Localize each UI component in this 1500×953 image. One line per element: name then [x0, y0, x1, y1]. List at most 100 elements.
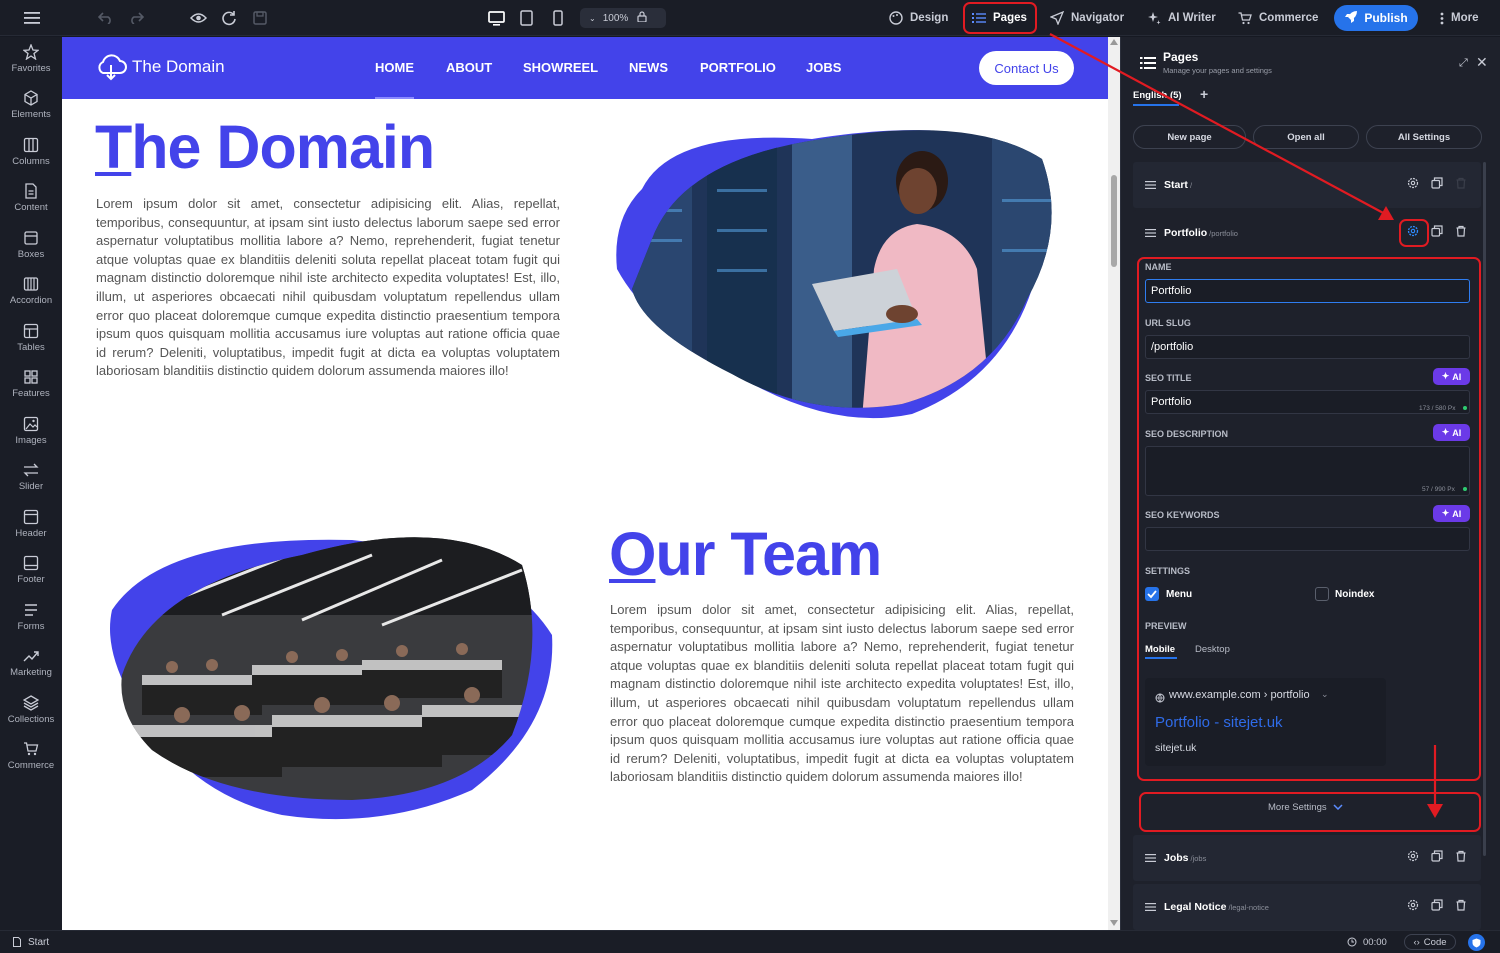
sidebar-item-boxes[interactable]: Boxes — [0, 230, 62, 276]
preview-eye-icon[interactable] — [190, 0, 207, 36]
seo-keywords-input[interactable] — [1145, 527, 1470, 551]
ai-seo-description-button[interactable]: ✦ AI — [1433, 424, 1470, 441]
sidebar-item-columns[interactable]: Columns — [0, 137, 62, 183]
all-settings-button[interactable]: All Settings — [1366, 125, 1482, 149]
navigator-button[interactable]: Navigator — [1050, 0, 1124, 36]
add-language-button[interactable]: + — [1200, 86, 1208, 102]
menu-checkbox[interactable] — [1145, 587, 1159, 601]
zoom-control[interactable]: ⌄ 100% — [580, 8, 666, 28]
close-icon[interactable]: ✕ — [1476, 54, 1488, 71]
drag-handle-icon[interactable] — [1145, 224, 1156, 242]
refresh-icon[interactable] — [221, 0, 237, 36]
code-button[interactable]: ‹› Code — [1404, 934, 1456, 950]
ai-seo-title-button[interactable]: ✦ AI — [1433, 368, 1470, 385]
sidebar-item-label: Boxes — [17, 249, 45, 260]
sparkle-icon: ✦ — [1441, 508, 1450, 518]
publish-button[interactable]: Publish — [1334, 5, 1418, 31]
elements-sidebar: Favorites Elements Columns Content Boxes… — [0, 37, 62, 930]
sidebar-item-marketing[interactable]: Marketing — [0, 648, 62, 694]
preview-tab-desktop[interactable]: Desktop — [1195, 644, 1230, 655]
seo-title-label: SEO TITLE — [1145, 373, 1192, 383]
save-icon[interactable] — [253, 0, 267, 36]
page-name: Jobs — [1164, 852, 1189, 864]
trash-icon[interactable] — [1455, 224, 1467, 242]
new-page-button[interactable]: New page — [1133, 125, 1246, 149]
settings-gear-icon[interactable] — [1407, 849, 1419, 867]
preview-site: sitejet.uk — [1155, 742, 1197, 754]
nav-news[interactable]: NEWS — [629, 60, 668, 75]
sidebar-item-tables[interactable]: Tables — [0, 323, 62, 369]
url-slug-input[interactable]: /portfolio — [1145, 335, 1470, 359]
sidebar-item-forms[interactable]: Forms — [0, 602, 62, 648]
sidebar-item-features[interactable]: Features — [0, 369, 62, 415]
nav-home[interactable]: HOME — [375, 60, 414, 75]
sidebar-item-accordion[interactable]: Accordion — [0, 276, 62, 322]
nav-jobs[interactable]: JOBS — [806, 60, 841, 75]
trash-icon[interactable] — [1455, 898, 1467, 916]
open-all-button[interactable]: Open all — [1253, 125, 1359, 149]
menu-icon[interactable] — [24, 0, 40, 36]
panel-subtitle: Manage your pages and settings — [1163, 66, 1272, 75]
sidebar-item-favorites[interactable]: Favorites — [0, 44, 62, 90]
page-actions — [1407, 884, 1467, 930]
sidebar-item-header[interactable]: Header — [0, 509, 62, 555]
panel-title: Pages — [1163, 50, 1199, 64]
scroll-down-arrow-icon[interactable] — [1110, 920, 1118, 926]
sidebar-item-elements[interactable]: Elements — [0, 90, 62, 136]
redo-icon[interactable] — [129, 0, 144, 36]
more-settings-button[interactable]: More Settings — [1268, 802, 1343, 813]
canvas-scrollbar[interactable] — [1108, 37, 1120, 930]
seo-keywords-label: SEO KEYWORDS — [1145, 510, 1220, 520]
site-logo[interactable]: The Domain — [132, 57, 225, 77]
lock-icon[interactable] — [637, 11, 647, 25]
preview-tab-mobile[interactable]: Mobile — [1145, 644, 1175, 655]
shield-icon[interactable] — [1468, 934, 1485, 951]
noindex-checkbox[interactable] — [1315, 587, 1329, 601]
page-canvas[interactable]: The Domain HOME ABOUT SHOWREEL NEWS PORT… — [62, 37, 1108, 930]
duplicate-icon[interactable] — [1431, 224, 1443, 242]
sidebar-item-images[interactable]: Images — [0, 416, 62, 462]
design-button[interactable]: Design — [889, 0, 948, 36]
scroll-up-arrow-icon[interactable] — [1110, 39, 1118, 45]
ai-writer-button[interactable]: AI Writer — [1147, 0, 1216, 36]
mobile-view-icon[interactable] — [553, 0, 563, 36]
sidebar-item-content[interactable]: Content — [0, 183, 62, 229]
sidebar-item-label: Features — [12, 388, 50, 399]
sidebar-item-commerce[interactable]: Commerce — [0, 741, 62, 787]
page-name: Legal Notice — [1164, 901, 1227, 913]
duplicate-icon[interactable] — [1431, 176, 1443, 194]
duplicate-icon[interactable] — [1431, 849, 1443, 867]
duplicate-icon[interactable] — [1431, 898, 1443, 916]
contact-us-button[interactable]: Contact Us — [979, 51, 1074, 85]
language-tab[interactable]: English (5) — [1133, 90, 1182, 101]
nav-portfolio[interactable]: PORTFOLIO — [700, 60, 776, 75]
hero-title-first: T — [95, 113, 132, 181]
commerce-button[interactable]: Commerce — [1238, 0, 1318, 36]
nav-about[interactable]: ABOUT — [446, 60, 492, 75]
name-input[interactable]: Portfolio — [1145, 279, 1470, 303]
tablet-view-icon[interactable] — [520, 0, 533, 36]
trash-icon[interactable] — [1455, 849, 1467, 867]
sidebar-item-collections[interactable]: Collections — [0, 695, 62, 741]
drag-handle-icon[interactable] — [1145, 849, 1156, 867]
drag-handle-icon[interactable] — [1145, 176, 1156, 194]
desktop-view-icon[interactable] — [488, 0, 505, 36]
more-button[interactable]: More — [1440, 0, 1478, 36]
page-row-legal-notice[interactable]: Legal Notice /legal-notice — [1133, 884, 1481, 930]
current-page-label[interactable]: Start — [28, 937, 49, 948]
marketing-icon — [23, 651, 39, 662]
ai-seo-keywords-button[interactable]: ✦ AI — [1433, 505, 1470, 522]
settings-gear-icon[interactable] — [1407, 898, 1419, 916]
scrollbar-thumb[interactable] — [1111, 175, 1117, 267]
undo-icon[interactable] — [98, 0, 113, 36]
nav-showreel[interactable]: SHOWREEL — [523, 60, 598, 75]
expand-icon[interactable]: ⤢ — [1459, 57, 1468, 70]
sidebar-item-slider[interactable]: Slider — [0, 462, 62, 508]
page-row-start[interactable]: Start / — [1133, 162, 1481, 208]
page-row-jobs[interactable]: Jobs /jobs — [1133, 835, 1481, 881]
sidebar-item-footer[interactable]: Footer — [0, 555, 62, 601]
panel-scrollbar[interactable] — [1483, 162, 1486, 856]
sidebar-item-label: Accordion — [9, 295, 53, 306]
drag-handle-icon[interactable] — [1145, 898, 1156, 916]
settings-gear-icon[interactable] — [1407, 176, 1419, 194]
